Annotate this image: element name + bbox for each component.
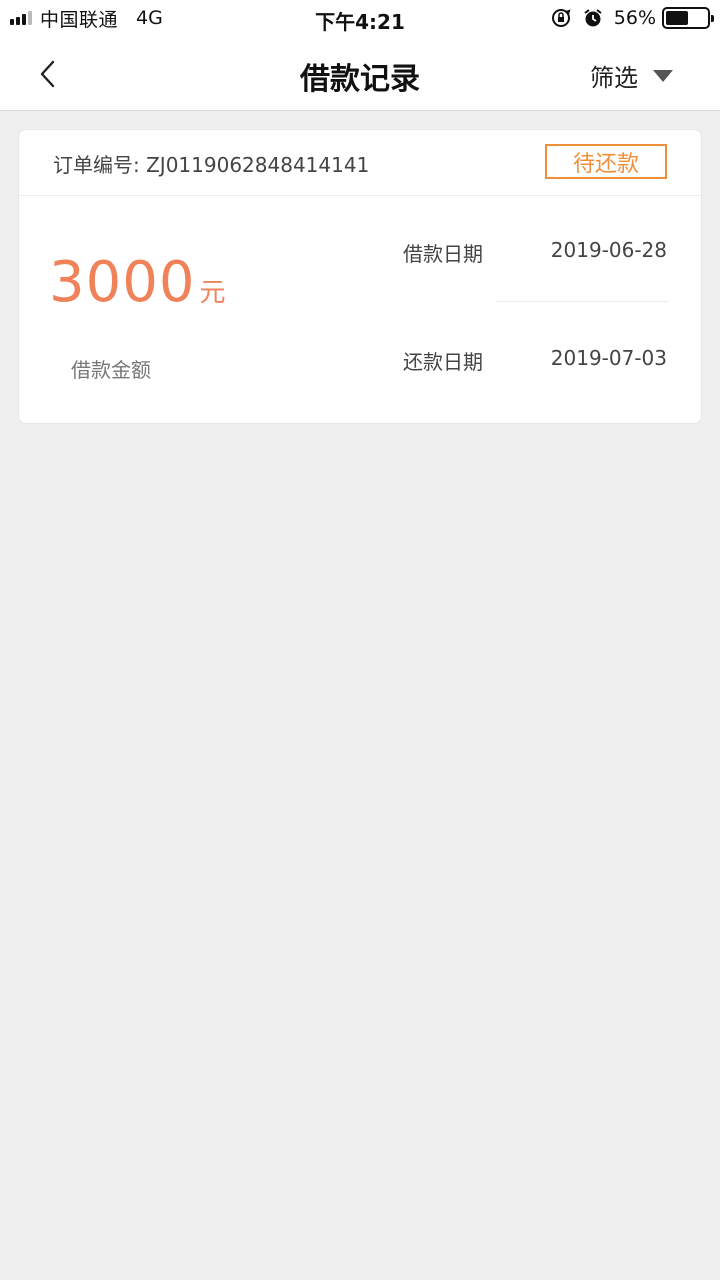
divider xyxy=(495,301,669,302)
battery-percent: 56% xyxy=(613,7,656,29)
amount-label: 借款金额 xyxy=(71,358,151,382)
caret-down-icon xyxy=(653,69,673,82)
alarm-icon xyxy=(584,9,602,27)
loan-amount: 3000 元 xyxy=(49,250,226,315)
repay-date-label: 还款日期 xyxy=(403,350,483,374)
amount-unit: 元 xyxy=(199,278,226,308)
navigation-bar: 借款记录 筛选 xyxy=(0,36,720,111)
filter-label: 筛选 xyxy=(590,64,638,92)
amount-value: 3000 xyxy=(49,250,196,315)
status-bar: 中国联通 4G 下午4:21 56% xyxy=(0,0,720,36)
card-header: 订单编号: ZJ0119062848414141 待还款 xyxy=(19,130,701,196)
battery-level xyxy=(666,11,689,25)
battery-icon xyxy=(662,7,714,29)
loan-date-value: 2019-06-28 xyxy=(550,238,667,262)
loan-date-label: 借款日期 xyxy=(403,242,483,266)
order-number-row: 订单编号: ZJ0119062848414141 xyxy=(53,149,369,178)
order-number-label: 订单编号: xyxy=(53,153,140,177)
rotation-lock-icon xyxy=(551,9,571,27)
filter-button[interactable]: 筛选 xyxy=(590,58,674,93)
repay-date-value: 2019-07-03 xyxy=(550,346,667,370)
status-badge: 待还款 xyxy=(545,144,667,179)
order-number-value: ZJ0119062848414141 xyxy=(146,153,370,177)
loan-record-card[interactable]: 订单编号: ZJ0119062848414141 待还款 3000 元 借款金额… xyxy=(18,129,702,424)
